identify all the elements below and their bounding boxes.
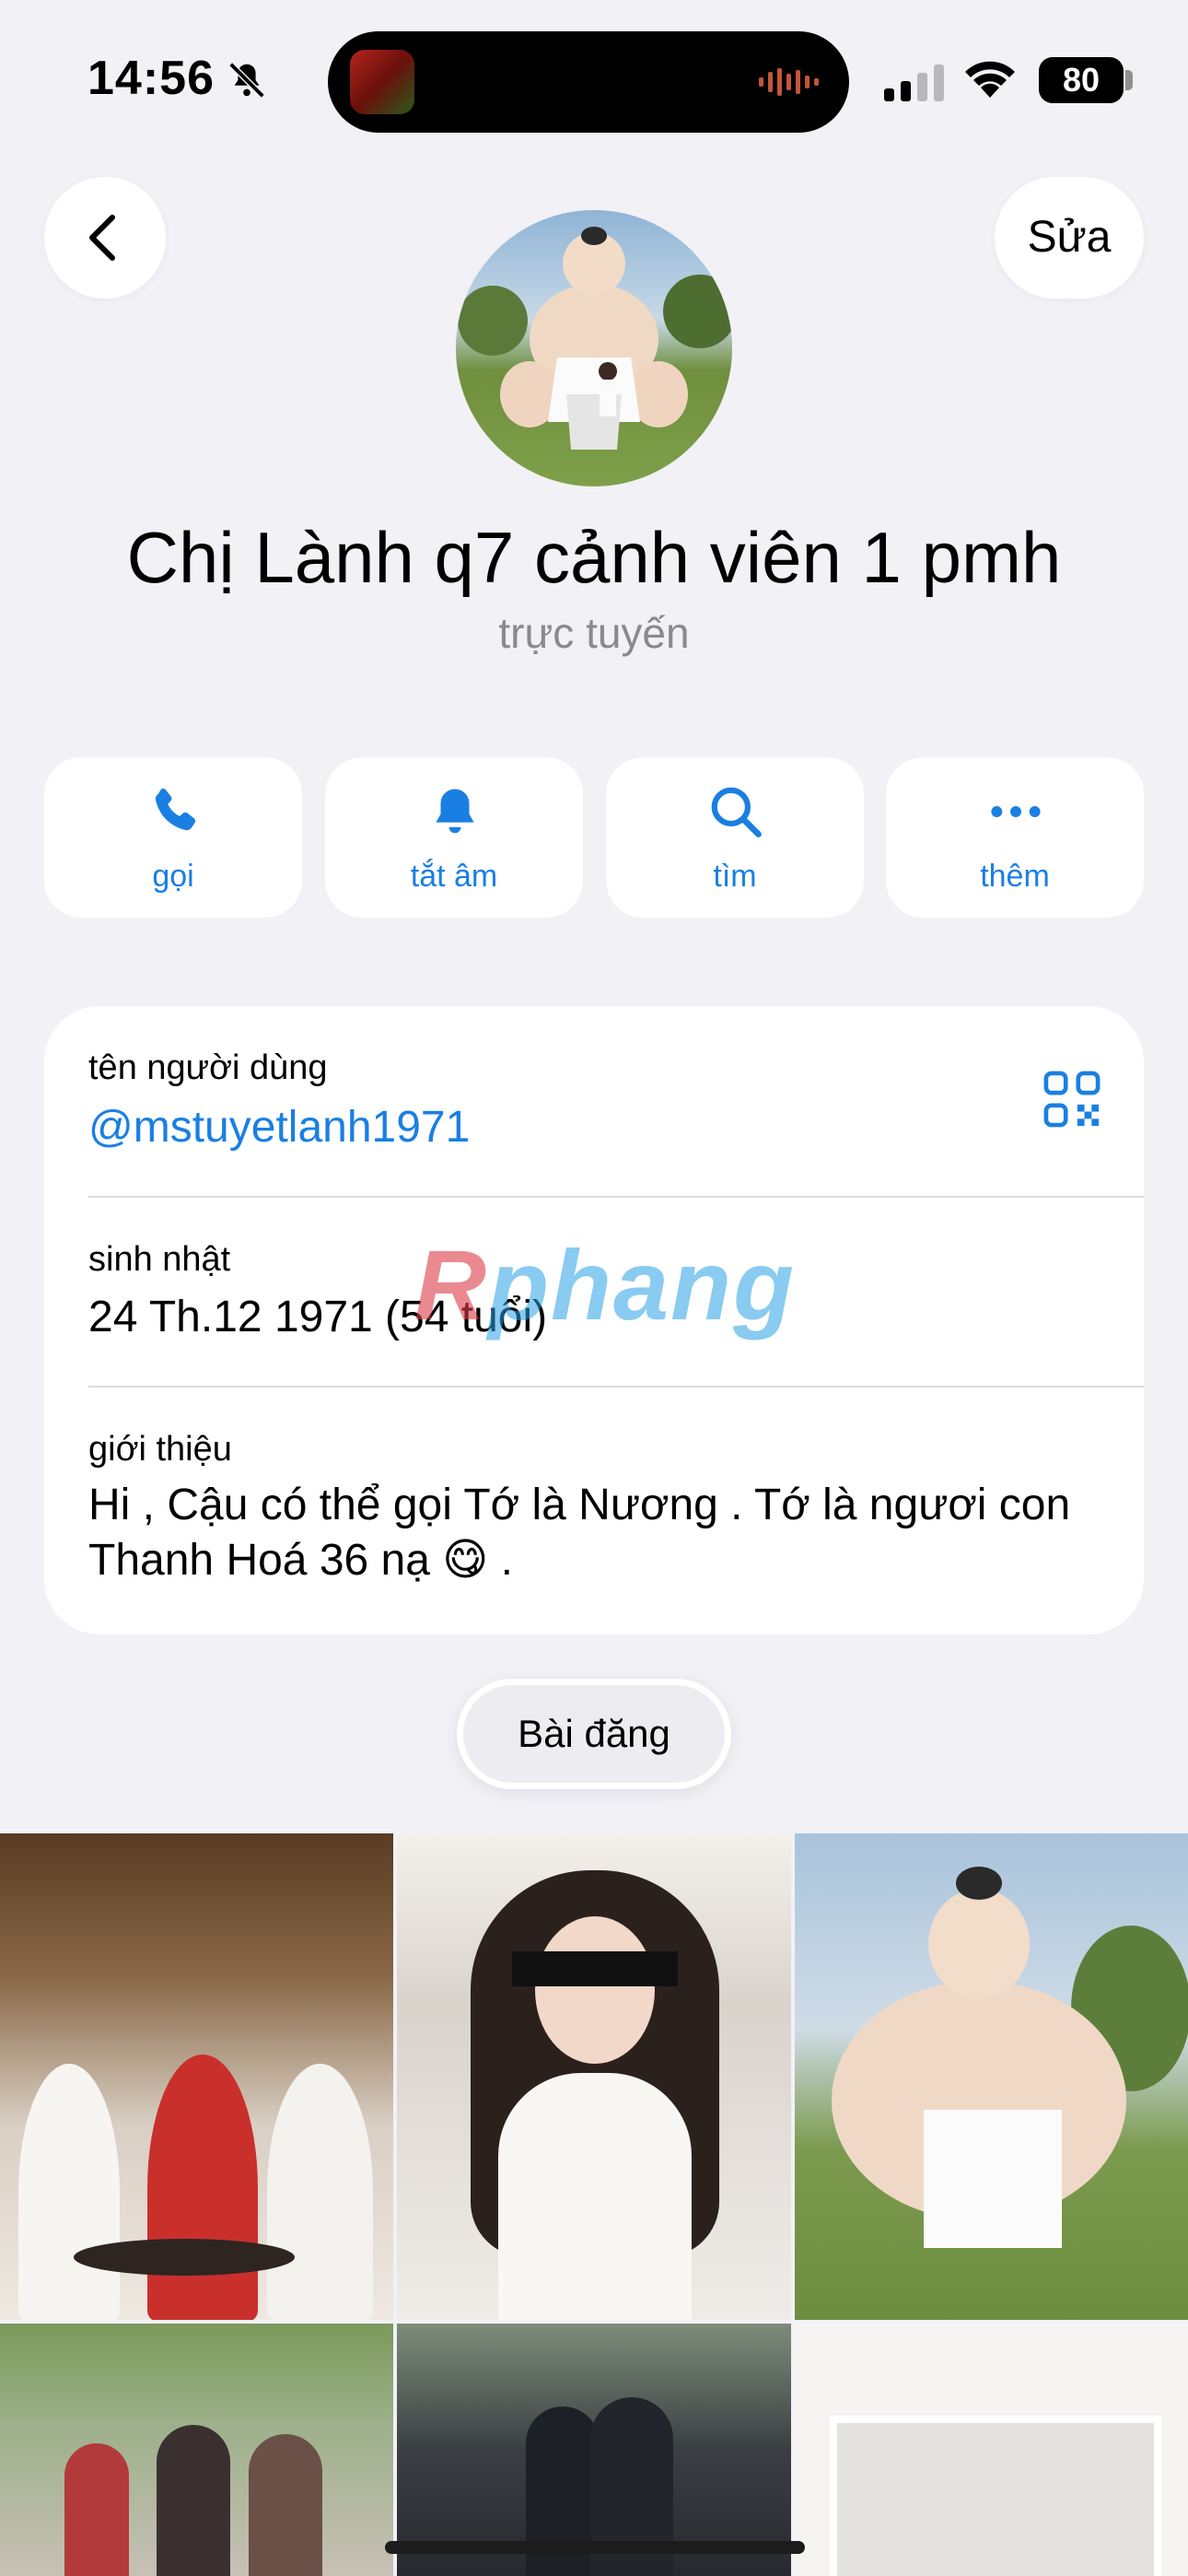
birthday-label: sinh nhật bbox=[88, 1240, 231, 1279]
username-label: tên người dùng bbox=[88, 1048, 328, 1087]
bell-slash-icon bbox=[228, 62, 265, 99]
posts-tab[interactable]: Bài đăng bbox=[457, 1679, 731, 1789]
more-button[interactable]: thêm bbox=[886, 757, 1144, 918]
edit-button[interactable]: Sửa bbox=[995, 177, 1144, 299]
profile-avatar[interactable] bbox=[456, 210, 732, 486]
photo-frame bbox=[830, 2416, 1161, 2576]
battery-cap bbox=[1125, 70, 1133, 90]
home-indicator[interactable] bbox=[385, 2541, 805, 2554]
divider bbox=[88, 1386, 1144, 1388]
watermark-first: R bbox=[414, 1229, 488, 1341]
status-time: 14:56 bbox=[87, 52, 215, 105]
profile-name: Chị Lành q7 cảnh viên 1 pmh bbox=[126, 517, 1062, 598]
avatar-photo bbox=[458, 227, 732, 450]
chevron-left-icon bbox=[89, 215, 115, 261]
battery-icon: 80 bbox=[1039, 57, 1124, 103]
qr-code-icon[interactable] bbox=[1043, 1071, 1101, 1128]
wifi-icon bbox=[965, 61, 1015, 98]
mute-button[interactable]: tắt âm bbox=[325, 757, 583, 918]
post-thumbnail[interactable] bbox=[0, 2324, 393, 2576]
search-icon bbox=[711, 787, 762, 837]
online-status: trực tuyến bbox=[498, 609, 690, 657]
post-thumbnail[interactable] bbox=[397, 1833, 791, 2320]
back-button[interactable] bbox=[44, 177, 166, 299]
post-thumbnail[interactable] bbox=[397, 2324, 791, 2576]
bell-icon bbox=[436, 789, 474, 834]
post-thumbnail[interactable] bbox=[795, 1833, 1188, 2320]
posts-grid bbox=[0, 1833, 1188, 2576]
post-thumbnail[interactable] bbox=[795, 2324, 1188, 2576]
divider bbox=[88, 1196, 1144, 1198]
more-label: thêm bbox=[980, 859, 1050, 894]
watermark-rest: phang bbox=[488, 1229, 796, 1341]
call-button[interactable]: gọi bbox=[44, 757, 302, 918]
username-value[interactable]: @mstuyetlanh1971 bbox=[88, 1102, 470, 1153]
search-button[interactable]: tìm bbox=[606, 757, 864, 918]
dynamic-island[interactable] bbox=[328, 31, 849, 133]
more-icon bbox=[991, 806, 1041, 817]
status-bar: 14:56 80 bbox=[0, 0, 1188, 157]
post-thumbnail[interactable] bbox=[0, 1833, 393, 2320]
audio-waveform-icon bbox=[759, 68, 819, 96]
signal-icon bbox=[884, 64, 944, 101]
bio-text: Hi , Cậu có thể gọi Tớ là Nương . Tớ là … bbox=[88, 1481, 1071, 1585]
call-label: gọi bbox=[152, 859, 194, 894]
phone-icon bbox=[155, 788, 196, 831]
now-playing-artwork bbox=[350, 50, 414, 114]
search-label: tìm bbox=[713, 859, 757, 894]
watermark-logo: Rphang bbox=[414, 1227, 796, 1342]
bio-label: giới thiệu bbox=[88, 1430, 232, 1469]
mute-label: tắt âm bbox=[410, 859, 498, 894]
